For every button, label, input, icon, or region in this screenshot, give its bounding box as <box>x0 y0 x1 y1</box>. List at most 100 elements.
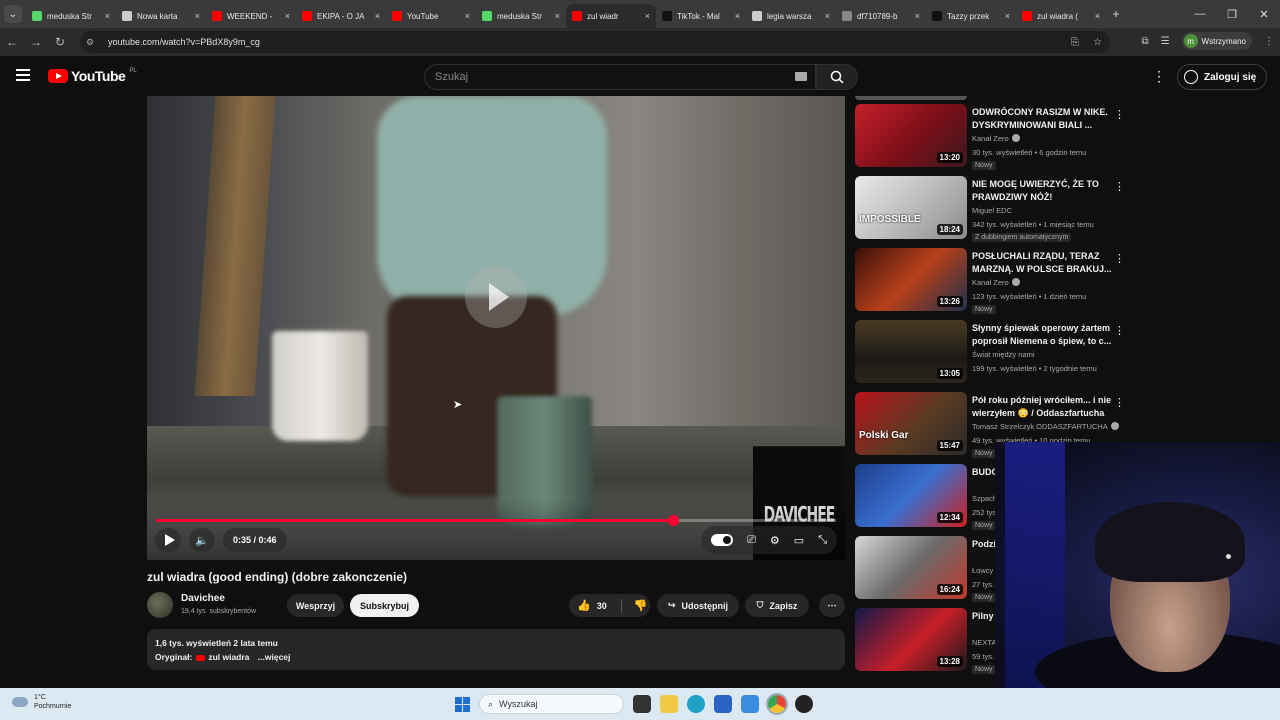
reading-list-icon[interactable]: ☰ <box>1161 36 1170 47</box>
like-button[interactable]: 👍 30 <box>577 599 607 612</box>
tab-close-icon[interactable]: × <box>915 11 920 21</box>
taskbar-search[interactable]: ⌕ Wyszukaj <box>479 694 624 714</box>
tab-close-icon[interactable]: × <box>105 11 110 21</box>
scrubber-handle[interactable] <box>667 515 679 526</box>
browser-tab[interactable]: zul wiadra (× <box>1016 4 1106 28</box>
recommendation-item[interactable]: 13:26 POSŁUCHALI RZĄDU, TERAZ MARZNĄ. W P… <box>855 248 1130 314</box>
original-link[interactable]: zul wiadra <box>208 652 249 662</box>
recommendation-menu-icon[interactable]: ⋮ <box>1114 324 1125 337</box>
tab-close-icon[interactable]: × <box>465 11 470 21</box>
recommendation-item[interactable]: IMPOSSIBLE 18:24 NIE MOGĘ UWIERZYĆ, ŻE TO … <box>855 176 1130 242</box>
weather-widget[interactable]: 1°C Pochmurnie <box>12 693 71 711</box>
recommendation-title[interactable]: Pół roku później wróciłem... i nie wierz… <box>972 394 1112 420</box>
recommendation-thumbnail[interactable]: 16:24 <box>855 536 967 599</box>
tab-close-icon[interactable]: × <box>645 11 650 21</box>
tab-close-icon[interactable]: × <box>825 11 830 21</box>
save-button[interactable]: ⛉ Zapisz <box>745 594 809 617</box>
back-button[interactable]: ← <box>0 35 24 49</box>
fullscreen-icon[interactable]: ⤡ <box>818 534 827 547</box>
tab-close-icon[interactable]: × <box>195 11 200 21</box>
install-app-icon[interactable]: ⎘ <box>1071 37 1079 48</box>
tab-close-icon[interactable]: × <box>1095 11 1100 21</box>
guide-menu-icon[interactable] <box>16 69 30 81</box>
recommendation-item[interactable]: 13:20 ODWRÓCONY RASIZM W NIKE. DYSKRYMINO… <box>855 104 1130 170</box>
tab-search-button[interactable]: ⌄ <box>4 5 22 23</box>
recommendation-item[interactable]: 13:05 Słynny śpiewak operowy żartem popro… <box>855 320 1130 386</box>
recommendation-thumbnail[interactable]: Polski Gar 15:47 <box>855 392 967 455</box>
browser-tab[interactable]: YouTube × <box>386 4 476 28</box>
search-button[interactable] <box>816 64 858 90</box>
volume-icon[interactable]: 🔈 <box>189 528 215 552</box>
autoplay-toggle[interactable] <box>711 534 734 546</box>
subscribe-button[interactable]: Subskrybuj <box>350 594 419 617</box>
maximize-button[interactable]: ❐ <box>1216 8 1248 21</box>
chrome-icon[interactable] <box>766 693 788 715</box>
youtube-logo[interactable]: YouTube PL <box>48 68 137 84</box>
settings-gear-icon[interactable]: ⚙ <box>770 534 780 547</box>
tab-close-icon[interactable]: × <box>1005 11 1010 21</box>
tab-close-icon[interactable]: × <box>375 11 380 21</box>
tab-close-icon[interactable]: × <box>285 11 290 21</box>
forward-button[interactable]: → <box>24 35 48 49</box>
bookmark-star-icon[interactable]: ☆ <box>1093 37 1102 48</box>
recommendation-thumbnail[interactable]: 13:20 <box>855 104 967 167</box>
keyboard-icon[interactable] <box>795 72 807 81</box>
tab-close-icon[interactable]: × <box>555 11 560 21</box>
browser-tab[interactable]: WEEKEND - × <box>206 4 296 28</box>
signin-button[interactable]: Zaloguj się <box>1177 64 1268 90</box>
browser-tab[interactable]: Nowa karta × <box>116 4 206 28</box>
new-tab-button[interactable]: + <box>1106 7 1126 21</box>
description-box[interactable]: 1,6 tys. wyświetleń 2 lata temu Oryginał… <box>147 629 845 670</box>
windows-start-icon[interactable] <box>455 696 470 712</box>
support-button[interactable]: Wesprzyj <box>287 594 344 617</box>
progress-bar[interactable] <box>156 515 836 526</box>
settings-menu-icon[interactable]: ⋮ <box>1152 68 1166 85</box>
file-explorer-icon[interactable] <box>660 695 678 713</box>
large-play-icon[interactable] <box>465 266 527 328</box>
close-window-button[interactable]: ✕ <box>1248 8 1280 21</box>
browser-tab[interactable]: legia warsza × <box>746 4 836 28</box>
recommendation-title[interactable]: POSŁUCHALI RZĄDU, TERAZ MARZNĄ. W POLSCE… <box>972 250 1112 276</box>
channel-avatar[interactable] <box>147 592 173 618</box>
show-more-link[interactable]: ...więcej <box>258 652 291 662</box>
recommendation-title[interactable]: Słynny śpiewak operowy żartem poprosił N… <box>972 322 1112 348</box>
recommendation-thumbnail[interactable]: 13:28 <box>855 608 967 671</box>
more-actions-button[interactable]: ⋯ <box>819 594 845 617</box>
browser-tab[interactable]: meduska Str × <box>26 4 116 28</box>
browser-tab[interactable]: zul wiadr × <box>566 4 656 28</box>
share-button[interactable]: ↪ Udostępnij <box>657 594 739 617</box>
profile-button[interactable]: m Wstrzymano <box>1181 32 1252 50</box>
recommendation-menu-icon[interactable]: ⋮ <box>1114 252 1125 265</box>
recommendation-thumbnail[interactable]: 13:26 <box>855 248 967 311</box>
browser-tab[interactable]: df710789-b × <box>836 4 926 28</box>
browser-tab[interactable]: TikTok - Mal × <box>656 4 746 28</box>
browser-tab[interactable]: EKIPA - O JA × <box>296 4 386 28</box>
recommendation-title[interactable]: ODWRÓCONY RASIZM W NIKE. DYSKRYMINOWANI … <box>972 106 1112 132</box>
steam-icon[interactable] <box>795 695 813 713</box>
play-button[interactable] <box>155 528 181 552</box>
channel-name[interactable]: Davichee <box>181 593 225 604</box>
recommendation-thumbnail[interactable]: 13:05 <box>855 320 967 383</box>
tab-close-icon[interactable]: × <box>735 11 740 21</box>
task-view-icon[interactable] <box>633 695 651 713</box>
minimize-button[interactable]: — <box>1184 8 1216 20</box>
recommendation-menu-icon[interactable]: ⋮ <box>1114 108 1125 121</box>
reload-button[interactable]: ↻ <box>48 35 72 49</box>
recommendation-title[interactable]: NIE MOGĘ UWIERZYĆ, ŻE TO PRAWDZIWY NÓŻ! <box>972 178 1112 204</box>
app-icon[interactable] <box>741 695 759 713</box>
recommendation-thumbnail[interactable]: 12:34 <box>855 464 967 527</box>
recommendation-thumbnail[interactable]: IMPOSSIBLE 18:24 <box>855 176 967 239</box>
store-icon[interactable] <box>714 695 732 713</box>
browser-tab[interactable]: Tazzy przek × <box>926 4 1016 28</box>
subtitles-icon[interactable]: ⎚ <box>747 534 756 547</box>
site-info-icon[interactable]: ⚙ <box>86 37 100 48</box>
video-player[interactable]: DAVICHEE ➤ 🔈 0:35 / 0:46 ⎚ ⚙ ▭ ⤡ <box>147 96 845 560</box>
thumb-down-icon[interactable]: 👎 <box>634 599 648 612</box>
miniplayer-icon[interactable]: ▭ <box>794 534 804 547</box>
recommendation-menu-icon[interactable]: ⋮ <box>1114 396 1125 409</box>
recommendation-menu-icon[interactable]: ⋮ <box>1114 180 1125 193</box>
browser-menu-icon[interactable]: ⋮ <box>1264 36 1274 47</box>
extensions-icon[interactable]: ⧉ <box>1141 36 1148 47</box>
address-bar[interactable]: ⚙ youtube.com/watch?v=PBdX8y9m_cg ⎘ ☆ <box>80 31 1110 53</box>
edge-browser-icon[interactable] <box>687 695 705 713</box>
